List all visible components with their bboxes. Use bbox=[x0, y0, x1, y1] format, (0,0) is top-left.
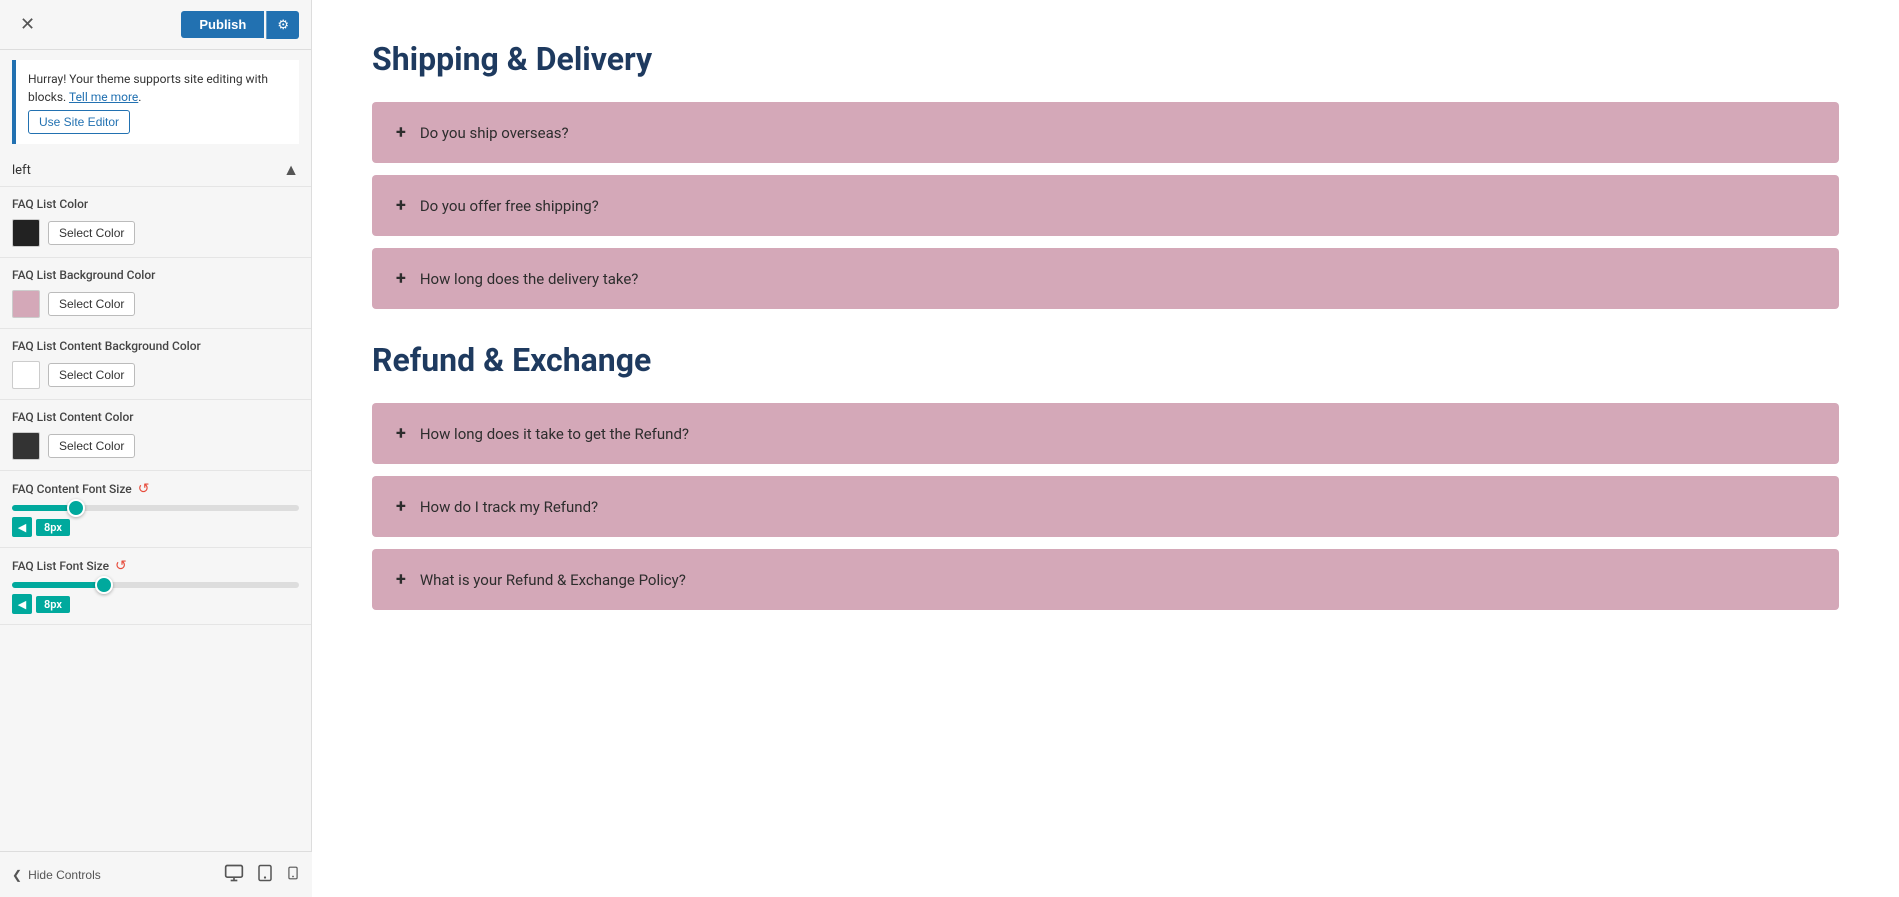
gear-button[interactable]: ⚙ bbox=[266, 11, 299, 39]
faq-content-font-size-value: 8px bbox=[36, 519, 70, 536]
faq-list-font-size-label: FAQ List Font Size bbox=[12, 559, 109, 573]
faq-list-font-size-section: FAQ List Font Size ↺ ◀ 8px bbox=[0, 548, 311, 625]
refund-section: Refund & Exchange + How long does it tak… bbox=[372, 341, 1839, 610]
faq-list-bg-color-row: Select Color bbox=[12, 290, 299, 318]
faq-plus-icon: + bbox=[396, 569, 406, 590]
faq-item[interactable]: + How long does it take to get the Refun… bbox=[372, 403, 1839, 464]
faq-plus-icon: + bbox=[396, 195, 406, 216]
faq-list-color-label: FAQ List Color bbox=[12, 197, 299, 211]
faq-list-content-color-swatch[interactable] bbox=[12, 432, 40, 460]
bottom-bar: ❮ Hide Controls bbox=[0, 851, 312, 897]
faq-item[interactable]: + What is your Refund & Exchange Policy? bbox=[372, 549, 1839, 610]
faq-content-font-size-reset[interactable]: ↺ bbox=[138, 481, 150, 497]
faq-list-font-size-badge-wrapper: ◀ 8px bbox=[12, 594, 70, 614]
main-content: Shipping & Delivery + Do you ship overse… bbox=[312, 0, 1899, 897]
faq-item[interactable]: + Do you offer free shipping? bbox=[372, 175, 1839, 236]
faq-list-bg-color-button[interactable]: Select Color bbox=[48, 292, 135, 316]
faq-question: How long does the delivery take? bbox=[420, 270, 639, 288]
faq-item[interactable]: + Do you ship overseas? bbox=[372, 102, 1839, 163]
mobile-icon[interactable] bbox=[286, 863, 300, 887]
notice-link[interactable]: Tell me more bbox=[69, 90, 138, 104]
faq-list-color-swatch[interactable] bbox=[12, 219, 40, 247]
top-bar: ✕ Publish ⚙ bbox=[0, 0, 311, 50]
faq-list-bg-color-swatch[interactable] bbox=[12, 290, 40, 318]
faq-item[interactable]: + How do I track my Refund? bbox=[372, 476, 1839, 537]
left-panel: ✕ Publish ⚙ Hurray! Your theme supports … bbox=[0, 0, 312, 897]
faq-list-font-size-value: 8px bbox=[36, 596, 70, 613]
notice-box: Hurray! Your theme supports site editing… bbox=[12, 60, 299, 144]
faq-question: How long does it take to get the Refund? bbox=[420, 425, 689, 443]
faq-content-font-size-section: FAQ Content Font Size ↺ ◀ 8px bbox=[0, 471, 311, 548]
faq-question: Do you ship overseas? bbox=[420, 124, 569, 142]
faq-content-font-size-decrement[interactable]: ◀ bbox=[12, 517, 32, 537]
close-button[interactable]: ✕ bbox=[12, 10, 43, 39]
faq-question: What is your Refund & Exchange Policy? bbox=[420, 571, 686, 589]
faq-question: How do I track my Refund? bbox=[420, 498, 598, 516]
faq-content-font-size-badge-wrapper: ◀ 8px bbox=[12, 517, 70, 537]
faq-list-bg-color-section: FAQ List Background Color Select Color bbox=[0, 258, 311, 329]
faq-list-font-size-decrement[interactable]: ◀ bbox=[12, 594, 32, 614]
faq-plus-icon: + bbox=[396, 496, 406, 517]
faq-content-font-size-filled bbox=[12, 505, 69, 511]
faq-list-color-section: FAQ List Color Select Color bbox=[0, 187, 311, 258]
publish-area: Publish ⚙ bbox=[181, 11, 299, 39]
faq-list-font-size-thumb[interactable] bbox=[95, 576, 113, 594]
faq-list-content-bg-color-label: FAQ List Content Background Color bbox=[12, 339, 299, 353]
notice-text: Hurray! Your theme supports site editing… bbox=[28, 72, 268, 104]
hide-controls-button[interactable]: ❮ Hide Controls bbox=[12, 868, 101, 882]
shipping-section: Shipping & Delivery + Do you ship overse… bbox=[372, 40, 1839, 309]
faq-list-font-size-reset[interactable]: ↺ bbox=[115, 558, 127, 574]
faq-list-content-color-row: Select Color bbox=[12, 432, 299, 460]
faq-list-font-size-filled bbox=[12, 582, 98, 588]
faq-list-content-color-section: FAQ List Content Color Select Color bbox=[0, 400, 311, 471]
faq-item[interactable]: + How long does the delivery take? bbox=[372, 248, 1839, 309]
faq-list-color-row: Select Color bbox=[12, 219, 299, 247]
refund-title: Refund & Exchange bbox=[372, 341, 1839, 379]
faq-plus-icon: + bbox=[396, 423, 406, 444]
faq-list-content-bg-color-button[interactable]: Select Color bbox=[48, 363, 135, 387]
faq-content-font-size-label: FAQ Content Font Size bbox=[12, 482, 132, 496]
faq-plus-icon: + bbox=[396, 122, 406, 143]
faq-list-bg-color-label: FAQ List Background Color bbox=[12, 268, 299, 282]
faq-list-font-size-track[interactable] bbox=[12, 582, 299, 588]
faq-list-content-bg-color-swatch[interactable] bbox=[12, 361, 40, 389]
faq-question: Do you offer free shipping? bbox=[420, 197, 599, 215]
faq-list-content-color-button[interactable]: Select Color bbox=[48, 434, 135, 458]
desktop-icon[interactable] bbox=[224, 863, 244, 887]
chevron-left-icon: ❮ bbox=[12, 868, 22, 882]
faq-list-font-size-label-row: FAQ List Font Size ↺ bbox=[12, 558, 299, 574]
faq-content-font-size-track-wrapper bbox=[12, 505, 299, 511]
alignment-value: left bbox=[12, 163, 31, 178]
faq-content-font-size-track[interactable] bbox=[12, 505, 299, 511]
hide-controls-label: Hide Controls bbox=[28, 868, 101, 882]
faq-list-color-button[interactable]: Select Color bbox=[48, 221, 135, 245]
faq-content-font-size-label-row: FAQ Content Font Size ↺ bbox=[12, 481, 299, 497]
alignment-arrow[interactable]: ▲ bbox=[283, 160, 299, 180]
controls-area: left ▲ FAQ List Color Select Color FAQ L… bbox=[0, 154, 311, 897]
faq-list-content-bg-color-row: Select Color bbox=[12, 361, 299, 389]
use-site-editor-button[interactable]: Use Site Editor bbox=[28, 110, 130, 134]
device-icons bbox=[224, 863, 300, 887]
faq-list-content-color-label: FAQ List Content Color bbox=[12, 410, 299, 424]
faq-list-content-bg-color-section: FAQ List Content Background Color Select… bbox=[0, 329, 311, 400]
tablet-icon[interactable] bbox=[256, 863, 274, 887]
alignment-row: left ▲ bbox=[0, 154, 311, 187]
faq-list-font-size-track-wrapper bbox=[12, 582, 299, 588]
shipping-title: Shipping & Delivery bbox=[372, 40, 1839, 78]
publish-button[interactable]: Publish bbox=[181, 11, 264, 38]
faq-plus-icon: + bbox=[396, 268, 406, 289]
faq-content-font-size-thumb[interactable] bbox=[67, 499, 85, 517]
